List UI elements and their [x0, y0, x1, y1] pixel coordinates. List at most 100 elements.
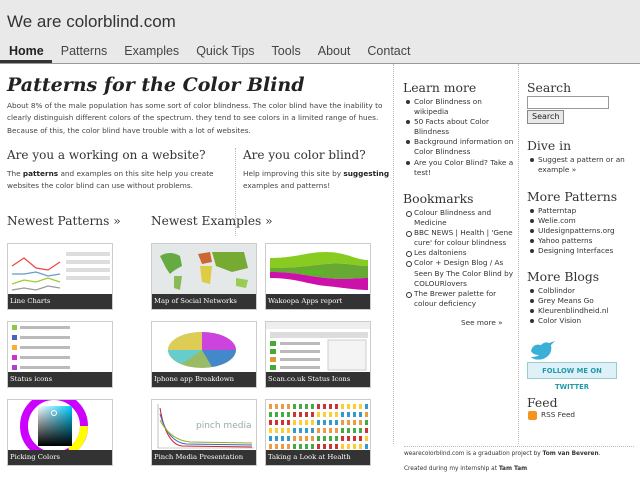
patterns-link[interactable]: patterns — [23, 169, 58, 178]
pattern-thumb-status-icons[interactable]: Status icons — [7, 321, 113, 388]
figure-icon — [293, 428, 296, 433]
list-item[interactable]: Color Vision — [527, 316, 637, 326]
list-item[interactable]: Are you Color Blind? Take a test! — [403, 158, 515, 178]
footer-line-1: wearecolorblind.com is a graduation proj… — [404, 451, 601, 457]
list-item[interactable]: Color Blindness on wikipedia — [403, 97, 515, 117]
feed-heading: Feed — [527, 395, 558, 410]
colorblind-text: Help improving this site by suggesting e… — [243, 169, 390, 191]
example-thumb-iphone[interactable]: Iphone app Breakdown — [151, 321, 257, 388]
color-picker-image — [8, 400, 112, 452]
site-title[interactable]: We are colorblind.com — [7, 12, 176, 32]
figure-icon — [269, 428, 272, 433]
list-item[interactable]: Color + Design Blog / As Seen By The Col… — [403, 258, 515, 288]
figure-icon — [365, 428, 368, 433]
figure-icon — [347, 428, 350, 433]
figure-icon — [329, 412, 332, 417]
figure-icon — [287, 412, 290, 417]
figure-icon — [317, 412, 320, 417]
figure-icon — [341, 436, 344, 441]
example-thumb-health[interactable]: Taking a Look at Health — [265, 399, 371, 466]
thumb-caption: Map of Social Networks — [152, 294, 256, 309]
more-blogs-list: Colblindor Grey Means Go Kleurenblindhei… — [527, 286, 637, 326]
health-grid-image — [266, 400, 370, 452]
pattern-thumb-picking-colors[interactable]: Picking Colors — [7, 399, 113, 466]
list-item[interactable]: Background information on Color Blindnes… — [403, 137, 515, 157]
figure-icon — [347, 436, 350, 441]
nav-quick-tips[interactable]: Quick Tips — [187, 44, 262, 63]
figure-icon — [305, 404, 308, 409]
figure-icon — [347, 444, 350, 449]
list-item[interactable]: Yahoo patterns — [527, 236, 637, 246]
figure-icon — [299, 404, 302, 409]
figure-icon — [353, 404, 356, 409]
figure-icon — [299, 428, 302, 433]
list-item[interactable]: Patterntap — [527, 206, 637, 216]
list-item[interactable]: Suggest a pattern or an example » — [527, 155, 627, 175]
example-thumb-wakoopa[interactable]: Wakoopa Apps report — [265, 243, 371, 310]
list-item[interactable]: Welie.com — [527, 216, 637, 226]
list-item[interactable]: Designing Interfaces — [527, 246, 637, 256]
thumb-caption: Picking Colors — [8, 450, 112, 465]
suggesting-link[interactable]: suggesting — [343, 169, 389, 178]
list-item[interactable]: Kleurenblindheid.nl — [527, 306, 637, 316]
figure-icon — [335, 404, 338, 409]
example-thumb-pinch[interactable]: pinch media Pinch Media Presentation — [151, 399, 257, 466]
nav-contact[interactable]: Contact — [358, 44, 418, 63]
figure-icon — [305, 428, 308, 433]
figure-icon — [311, 412, 314, 417]
tamtam-link[interactable]: Tam Tam — [499, 466, 527, 472]
figure-icon — [275, 436, 278, 441]
nav-home[interactable]: Home — [0, 44, 52, 63]
list-item[interactable]: The Brewer palette for colour deficiency — [403, 289, 515, 309]
figure-icon — [317, 436, 320, 441]
list-item[interactable]: Colour Blindness and Medicine — [403, 208, 515, 228]
wakoopa-image — [266, 244, 370, 296]
example-thumb-scan[interactable]: Scan.co.uk Status Icons — [265, 321, 371, 388]
figure-icon — [275, 444, 278, 449]
figure-icon — [359, 404, 362, 409]
see-more-link[interactable]: See more » — [461, 318, 503, 327]
nav-about[interactable]: About — [309, 44, 359, 63]
list-item[interactable]: BBC NEWS | Health | 'Gene cure' for colo… — [403, 228, 515, 248]
page-title: Patterns for the Color Blind — [7, 74, 305, 96]
site-header: We are colorblind.com Home Patterns Exam… — [0, 0, 640, 64]
pattern-thumb-line-charts[interactable]: Line Charts — [7, 243, 113, 310]
figure-icon — [323, 444, 326, 449]
list-item[interactable]: Les daltoniens — [403, 248, 515, 258]
figure-icon — [359, 436, 362, 441]
nav-tools[interactable]: Tools — [263, 44, 309, 63]
author-link[interactable]: Tom van Beveren — [543, 451, 599, 457]
nav-patterns[interactable]: Patterns — [52, 44, 116, 63]
list-item[interactable]: Colblindor — [527, 286, 637, 296]
list-item[interactable]: Grey Means Go — [527, 296, 637, 306]
figure-icon — [317, 404, 320, 409]
learn-more-list: Color Blindness on wikipedia 50 Facts ab… — [403, 97, 515, 178]
list-item[interactable]: 50 Facts about Color Blindness — [403, 117, 515, 137]
rss-feed-link[interactable]: RSS Feed — [541, 410, 575, 419]
figure-icon — [317, 428, 320, 433]
figure-icon — [305, 412, 308, 417]
figure-icon — [293, 412, 296, 417]
colorblind-heading: Are you color blind? — [243, 148, 366, 162]
list-item[interactable]: UIdesignpatterns.org — [527, 226, 637, 236]
figure-icon — [335, 428, 338, 433]
figure-icon — [341, 444, 344, 449]
figure-icon — [305, 420, 308, 425]
figure-icon — [335, 420, 338, 425]
search-button[interactable]: Search — [527, 110, 565, 124]
example-thumb-social-networks[interactable]: Map of Social Networks — [151, 243, 257, 310]
figure-icon — [347, 404, 350, 409]
figure-icon — [341, 404, 344, 409]
nav-examples[interactable]: Examples — [115, 44, 187, 63]
figure-icon — [305, 436, 308, 441]
newest-examples-heading[interactable]: Newest Examples » — [151, 214, 273, 228]
figure-icon — [329, 420, 332, 425]
search-input[interactable] — [527, 96, 609, 109]
newest-patterns-heading[interactable]: Newest Patterns » — [7, 214, 121, 228]
figure-icon — [281, 444, 284, 449]
figure-icon — [335, 436, 338, 441]
bookmarks-list: Colour Blindness and Medicine BBC NEWS |… — [403, 208, 515, 309]
figure-icon — [365, 412, 368, 417]
follow-twitter-button[interactable]: FOLLOW ME ON TWITTER — [527, 362, 617, 391]
figure-icon — [359, 444, 362, 449]
